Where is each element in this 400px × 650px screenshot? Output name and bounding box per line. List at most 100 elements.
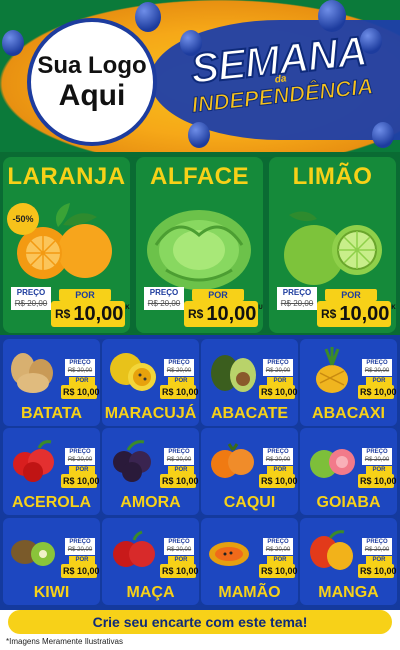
- preco-label: PREÇO: [263, 359, 293, 367]
- old-price: R$ 20,00: [362, 456, 392, 465]
- featured-card[interactable]: LIMÃOPREÇOR$ 20,00PORR$10,00KG: [269, 157, 396, 333]
- logo-placeholder[interactable]: Sua Logo Aqui: [27, 18, 157, 146]
- product-name: MAMÃO: [218, 584, 281, 601]
- price-value: 10,00: [206, 302, 257, 325]
- price-unit: UNID: [258, 305, 263, 311]
- product-card[interactable]: PREÇO R$ 20,00 POR R$ 10,00 GOIABA: [300, 428, 397, 515]
- logo-line1: Sua Logo: [37, 52, 147, 79]
- preco-label: PREÇO: [164, 448, 194, 456]
- featured-card[interactable]: ALFACEPREÇOR$ 20,00PORR$10,00UNID: [136, 157, 263, 333]
- por-label: POR: [192, 289, 244, 301]
- product-name: ALFACE: [150, 163, 249, 190]
- product-name: MARACUJÁ: [104, 405, 197, 422]
- product-card[interactable]: PREÇO R$ 20,00 POR R$ 10,00 AMORA: [102, 428, 199, 515]
- balloon-icon: [372, 122, 394, 148]
- balloon-icon: [2, 30, 24, 56]
- por-label: POR: [267, 377, 293, 385]
- preco-label: PREÇO: [164, 538, 194, 546]
- old-price: R$ 20,00: [277, 298, 317, 310]
- acerola-icon: [5, 432, 63, 482]
- product-name: GOIABA: [316, 494, 381, 511]
- discount-badge: -50%: [7, 203, 39, 235]
- price-tag: R$ 10,00: [358, 385, 397, 399]
- price-tag: R$10,00KG: [317, 301, 396, 327]
- por-label: POR: [69, 466, 95, 474]
- product-name: MAÇA: [126, 584, 175, 601]
- preco-label: PREÇO: [263, 538, 293, 546]
- por-label: POR: [267, 556, 293, 564]
- price-tag: R$ 10,00: [160, 564, 199, 578]
- price-unit: KG: [125, 305, 130, 311]
- old-price: R$ 20,00: [362, 546, 392, 555]
- preco-label: PREÇO: [362, 359, 392, 367]
- featured-card[interactable]: LARANJA -50% PREÇOR$ 20,00 PORR$10,00KG: [3, 157, 130, 333]
- preco-label: PREÇO: [277, 287, 317, 298]
- lime-icon: [269, 195, 396, 295]
- price-tag: R$ 10,00: [259, 474, 298, 488]
- por-label: POR: [366, 466, 392, 474]
- preco-label: PREÇO: [65, 448, 95, 456]
- preco-label: PREÇO: [164, 359, 194, 367]
- footnote: *Imagens Meramente Ilustrativas: [6, 637, 123, 646]
- old-price: R$ 20,00: [65, 367, 95, 376]
- old-price: R$ 20,00: [263, 456, 293, 465]
- blackberry-icon: [104, 432, 162, 482]
- preco-label: PREÇO: [362, 538, 392, 546]
- product-card[interactable]: PREÇO R$ 20,00 POR R$ 10,00 MARACUJÁ: [102, 339, 199, 426]
- price-tag: R$ 10,00: [259, 564, 298, 578]
- price-tag: R$ 10,00: [61, 474, 100, 488]
- price-value: 10,00: [339, 302, 390, 325]
- product-card[interactable]: PREÇO R$ 20,00 POR R$ 10,00 CAQUI: [201, 428, 298, 515]
- price-tag: R$ 10,00: [358, 474, 397, 488]
- old-price: R$ 20,00: [263, 367, 293, 376]
- old-price: R$ 20,00: [164, 367, 194, 376]
- potato-icon: [5, 343, 63, 393]
- persimmon-icon: [203, 432, 261, 482]
- cta-banner[interactable]: Crie seu encarte com este tema!: [8, 610, 392, 634]
- product-card[interactable]: PREÇO R$ 20,00 POR R$ 10,00 MAÇA: [102, 518, 199, 605]
- preco-label: PREÇO: [362, 448, 392, 456]
- product-card[interactable]: PREÇO R$ 20,00 POR R$ 10,00 MAMÃO: [201, 518, 298, 605]
- price-tag: R$10,00KG: [51, 301, 130, 327]
- price-tag: R$ 10,00: [358, 564, 397, 578]
- old-price: R$ 20,00: [65, 456, 95, 465]
- por-label: POR: [168, 556, 194, 564]
- product-card[interactable]: PREÇO R$ 20,00 POR R$ 10,00 ABACATE: [201, 339, 298, 426]
- product-name: CAQUI: [223, 494, 276, 511]
- product-card[interactable]: PREÇO R$ 20,00 POR R$ 10,00 ACEROLA: [3, 428, 100, 515]
- price-value: 10,00: [73, 302, 124, 325]
- old-price: R$ 20,00: [164, 546, 194, 555]
- product-name: AMORA: [120, 494, 181, 511]
- por-label: POR: [267, 466, 293, 474]
- balloon-icon: [188, 122, 210, 148]
- old-price: R$ 20,00: [65, 546, 95, 555]
- price-tag: R$ 10,00: [61, 564, 100, 578]
- preco-label: PREÇO: [263, 448, 293, 456]
- old-price: R$ 20,00: [164, 456, 194, 465]
- avocado-icon: [203, 343, 261, 393]
- product-card[interactable]: PREÇO R$ 20,00 POR R$ 10,00 ABACAXI: [300, 339, 397, 426]
- apple-icon: [104, 522, 162, 572]
- balloon-icon: [318, 0, 346, 32]
- price-tag: R$ 10,00: [61, 385, 100, 399]
- preco-label: PREÇO: [11, 287, 51, 298]
- product-card[interactable]: PREÇO R$ 20,00 POR R$ 10,00 MANGA: [300, 518, 397, 605]
- balloon-icon: [135, 2, 161, 32]
- product-card[interactable]: PREÇO R$ 20,00 POR R$ 10,00 KIWI: [3, 518, 100, 605]
- old-price: R$ 20,00: [263, 546, 293, 555]
- header-banner: Sua Logo Aqui SEMANA da INDEPENDÊNCIA: [0, 0, 400, 152]
- product-name: KIWI: [33, 584, 70, 601]
- price-tag: R$ 10,00: [160, 474, 199, 488]
- product-name: ACEROLA: [11, 494, 92, 511]
- por-label: POR: [69, 377, 95, 385]
- por-label: POR: [366, 556, 392, 564]
- logo-line2: Aqui: [58, 79, 126, 112]
- por-label: POR: [59, 289, 111, 301]
- papaya-icon: [203, 522, 261, 572]
- price-tag: R$10,00UNID: [184, 301, 263, 327]
- price-tag: R$ 10,00: [259, 385, 298, 399]
- old-price: R$ 20,00: [11, 298, 51, 310]
- por-label: POR: [168, 377, 194, 385]
- product-card[interactable]: PREÇO R$ 20,00 POR R$ 10,00 BATATA: [3, 339, 100, 426]
- product-name: LARANJA: [7, 163, 126, 190]
